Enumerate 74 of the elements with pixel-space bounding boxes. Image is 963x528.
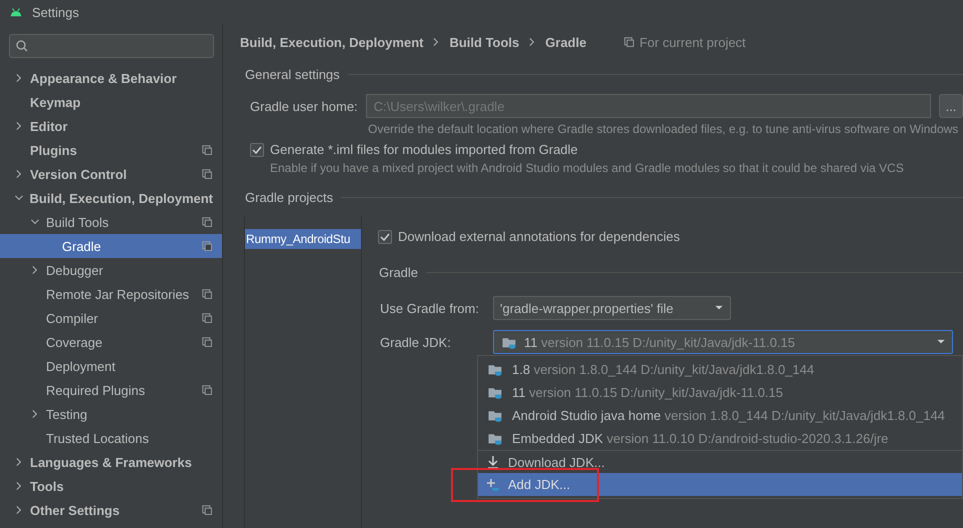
sidebar-item[interactable]: Tools bbox=[0, 474, 222, 498]
search-field[interactable] bbox=[9, 34, 214, 58]
chevron-right-icon bbox=[30, 265, 40, 275]
chevron-right-icon bbox=[14, 457, 24, 467]
sidebar-item[interactable]: Languages & Frameworks bbox=[0, 450, 222, 474]
copy-icon bbox=[202, 384, 213, 396]
sidebar-item[interactable]: Version Control bbox=[0, 162, 222, 186]
checkbox[interactable] bbox=[378, 230, 392, 244]
copy-icon bbox=[202, 504, 213, 516]
chevron-down-icon bbox=[14, 193, 24, 203]
chevron-down-icon bbox=[30, 217, 40, 227]
chevron-right-icon bbox=[14, 505, 24, 515]
field-label: Use Gradle from: bbox=[380, 300, 480, 316]
copy-icon bbox=[202, 240, 213, 252]
folder-icon bbox=[486, 362, 504, 377]
copy-icon bbox=[624, 36, 636, 48]
sidebar-item[interactable]: Remote Jar Repositories bbox=[0, 282, 222, 306]
hint-text: Enable if you have a mixed project with Android Studio modules and Gradle modules so that it could be shared via VCS bbox=[270, 161, 905, 175]
sidebar-item[interactable]: Build, Execution, Deployment bbox=[0, 186, 222, 210]
project-item[interactable]: Rummy_AndroidStu bbox=[245, 229, 361, 249]
sidebar-item[interactable]: Editor bbox=[0, 114, 222, 138]
copy-icon bbox=[202, 288, 213, 300]
field-label: Gradle user home: bbox=[250, 98, 358, 114]
breadcrumb-item[interactable]: Gradle bbox=[545, 34, 586, 50]
sidebar-item[interactable]: Build Tools bbox=[0, 210, 222, 234]
section-title: Gradle bbox=[379, 264, 418, 280]
sidebar-item[interactable]: Coverage bbox=[0, 330, 222, 354]
chevron-right-icon bbox=[14, 73, 24, 83]
chevron-right-icon bbox=[14, 481, 24, 491]
breadcrumb-item[interactable]: Build Tools bbox=[449, 34, 520, 50]
sidebar-item[interactable]: Required Plugins bbox=[0, 378, 222, 402]
browse-button[interactable]: ... bbox=[939, 94, 963, 118]
sidebar-item[interactable]: Gradle bbox=[0, 234, 222, 258]
sidebar-item[interactable]: Plugins bbox=[0, 138, 222, 162]
jdk-option[interactable]: Add JDK... bbox=[478, 473, 962, 496]
copy-icon bbox=[202, 144, 213, 156]
section-title: Gradle projects bbox=[245, 190, 334, 204]
sidebar-item[interactable]: Compiler bbox=[0, 306, 222, 330]
scope-label: For current project bbox=[639, 34, 746, 50]
download-icon bbox=[486, 455, 500, 469]
gradle-source-dropdown[interactable]: 'gradle-wrapper.properties' file bbox=[493, 296, 731, 320]
breadcrumb-item[interactable]: Build, Execution, Deployment bbox=[240, 34, 424, 50]
chevron-right-icon bbox=[14, 169, 24, 179]
chevron-right-icon bbox=[14, 121, 24, 131]
copy-icon bbox=[202, 216, 213, 228]
jdk-option[interactable]: Embedded JDK version 11.0.10 D:/android-studio-2020.3.1.26/jre bbox=[478, 427, 962, 450]
android-logo-icon bbox=[8, 6, 24, 18]
sidebar-item[interactable]: Debugger bbox=[0, 258, 222, 282]
jdk-option[interactable]: 1.8 version 1.8.0_144 D:/unity_kit/Java/jdk1.8.0_144 bbox=[478, 358, 962, 381]
folder-icon bbox=[486, 408, 504, 423]
checkbox-label: Generate *.iml files for modules imported from Gradle bbox=[270, 142, 578, 157]
checkbox[interactable] bbox=[250, 142, 264, 156]
folder-icon bbox=[486, 385, 504, 400]
copy-icon bbox=[202, 312, 213, 324]
sidebar-item[interactable]: Keymap bbox=[0, 90, 222, 114]
jdk-option[interactable]: Android Studio java home version 1.8.0_144 D:/unity_kit/Java/jdk1.8.0_144 bbox=[478, 404, 962, 427]
sidebar-item[interactable]: Appearance & Behavior bbox=[0, 66, 222, 90]
jdk-option[interactable]: 11 version 11.0.15 D:/unity_kit/Java/jdk-11.0.15 bbox=[478, 381, 962, 404]
copy-icon bbox=[202, 336, 213, 348]
sidebar-item[interactable]: Testing bbox=[0, 402, 222, 426]
jdk-dropdown[interactable]: 11 version 11.0.15 D:/unity_kit/Java/jdk-11.0.15 bbox=[493, 330, 953, 354]
checkbox-label: Download external annotations for dependencies bbox=[398, 229, 680, 244]
hint-text: Override the default location where Gradle stores downloaded files, e.g. to tune anti-virus software on Windows bbox=[368, 122, 960, 136]
add-icon bbox=[486, 478, 500, 492]
copy-icon bbox=[202, 168, 213, 180]
sidebar-item[interactable]: Deployment bbox=[0, 354, 222, 378]
folder-icon bbox=[486, 431, 504, 446]
field-label: Gradle JDK: bbox=[380, 334, 452, 350]
section-title: General settings bbox=[245, 66, 340, 82]
search-icon bbox=[15, 39, 29, 53]
window-title: Settings bbox=[32, 4, 79, 20]
sidebar-item[interactable]: Other Settings bbox=[0, 498, 222, 522]
chevron-right-icon bbox=[30, 409, 40, 419]
sidebar-item[interactable]: Trusted Locations bbox=[0, 426, 222, 450]
